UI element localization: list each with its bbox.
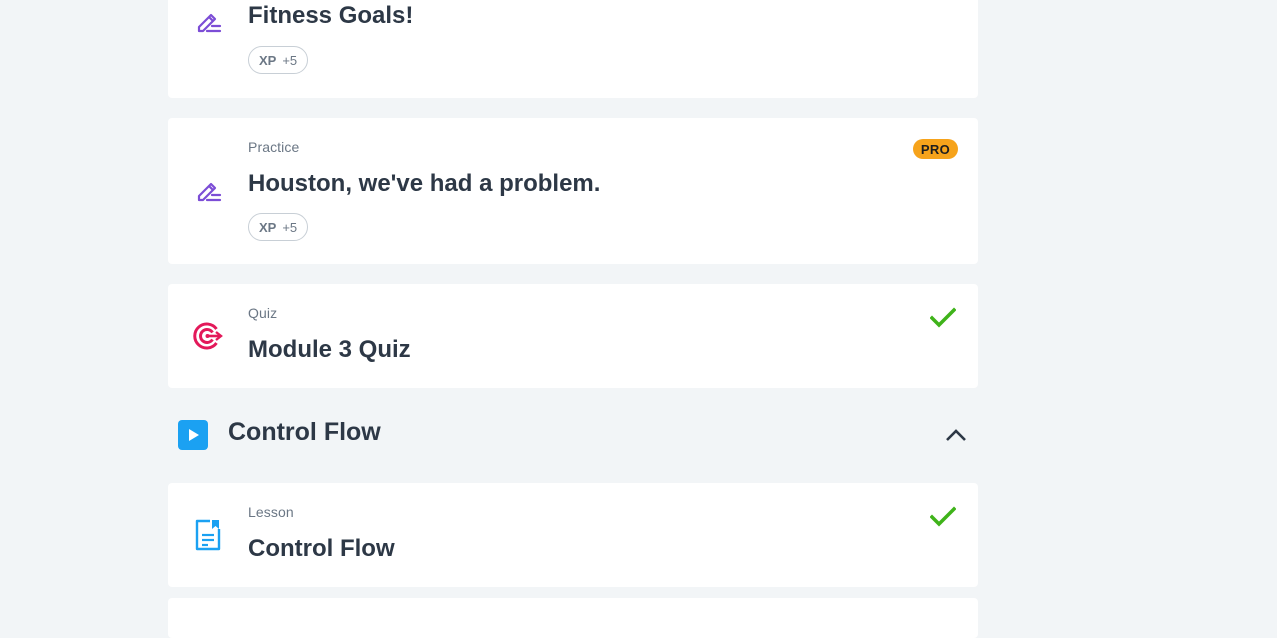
completed-check-icon <box>930 307 956 328</box>
card-title: Control Flow <box>248 535 395 562</box>
xp-value: +5 <box>282 219 298 235</box>
chevron-up-icon[interactable] <box>944 424 968 448</box>
card-title: Houston, we've had a problem. <box>248 170 601 197</box>
target-quiz-icon <box>192 320 224 352</box>
card-type-label: Practice <box>248 139 300 155</box>
quiz-card-module-3[interactable]: Quiz Module 3 Quiz <box>168 284 978 388</box>
completed-check-icon <box>930 506 956 527</box>
card-title: Module 3 Quiz <box>248 336 411 363</box>
practice-card-fitness-goals[interactable]: Fitness Goals! XP +5 <box>168 0 978 98</box>
section-header-control-flow[interactable]: Control Flow <box>168 404 978 468</box>
play-icon <box>178 420 208 450</box>
card-title: Fitness Goals! <box>248 2 414 29</box>
xp-reward-badge: XP +5 <box>248 46 309 74</box>
edit-practice-icon <box>192 174 224 206</box>
card-type-label: Quiz <box>248 305 278 321</box>
pro-badge: PRO <box>912 139 958 159</box>
edit-practice-icon <box>192 5 224 37</box>
section-title: Control Flow <box>228 418 381 446</box>
lesson-card-control-flow[interactable]: Lesson Control Flow <box>168 483 978 587</box>
xp-reward-badge: XP +5 <box>248 213 309 241</box>
practice-card-houston[interactable]: Practice PRO Houston, we've had a proble… <box>168 118 978 264</box>
next-card[interactable] <box>168 598 978 638</box>
xp-label: XP <box>259 52 277 68</box>
xp-value: +5 <box>282 52 298 68</box>
xp-label: XP <box>259 219 277 235</box>
lesson-document-icon <box>192 519 224 551</box>
card-type-label: Lesson <box>248 504 294 520</box>
